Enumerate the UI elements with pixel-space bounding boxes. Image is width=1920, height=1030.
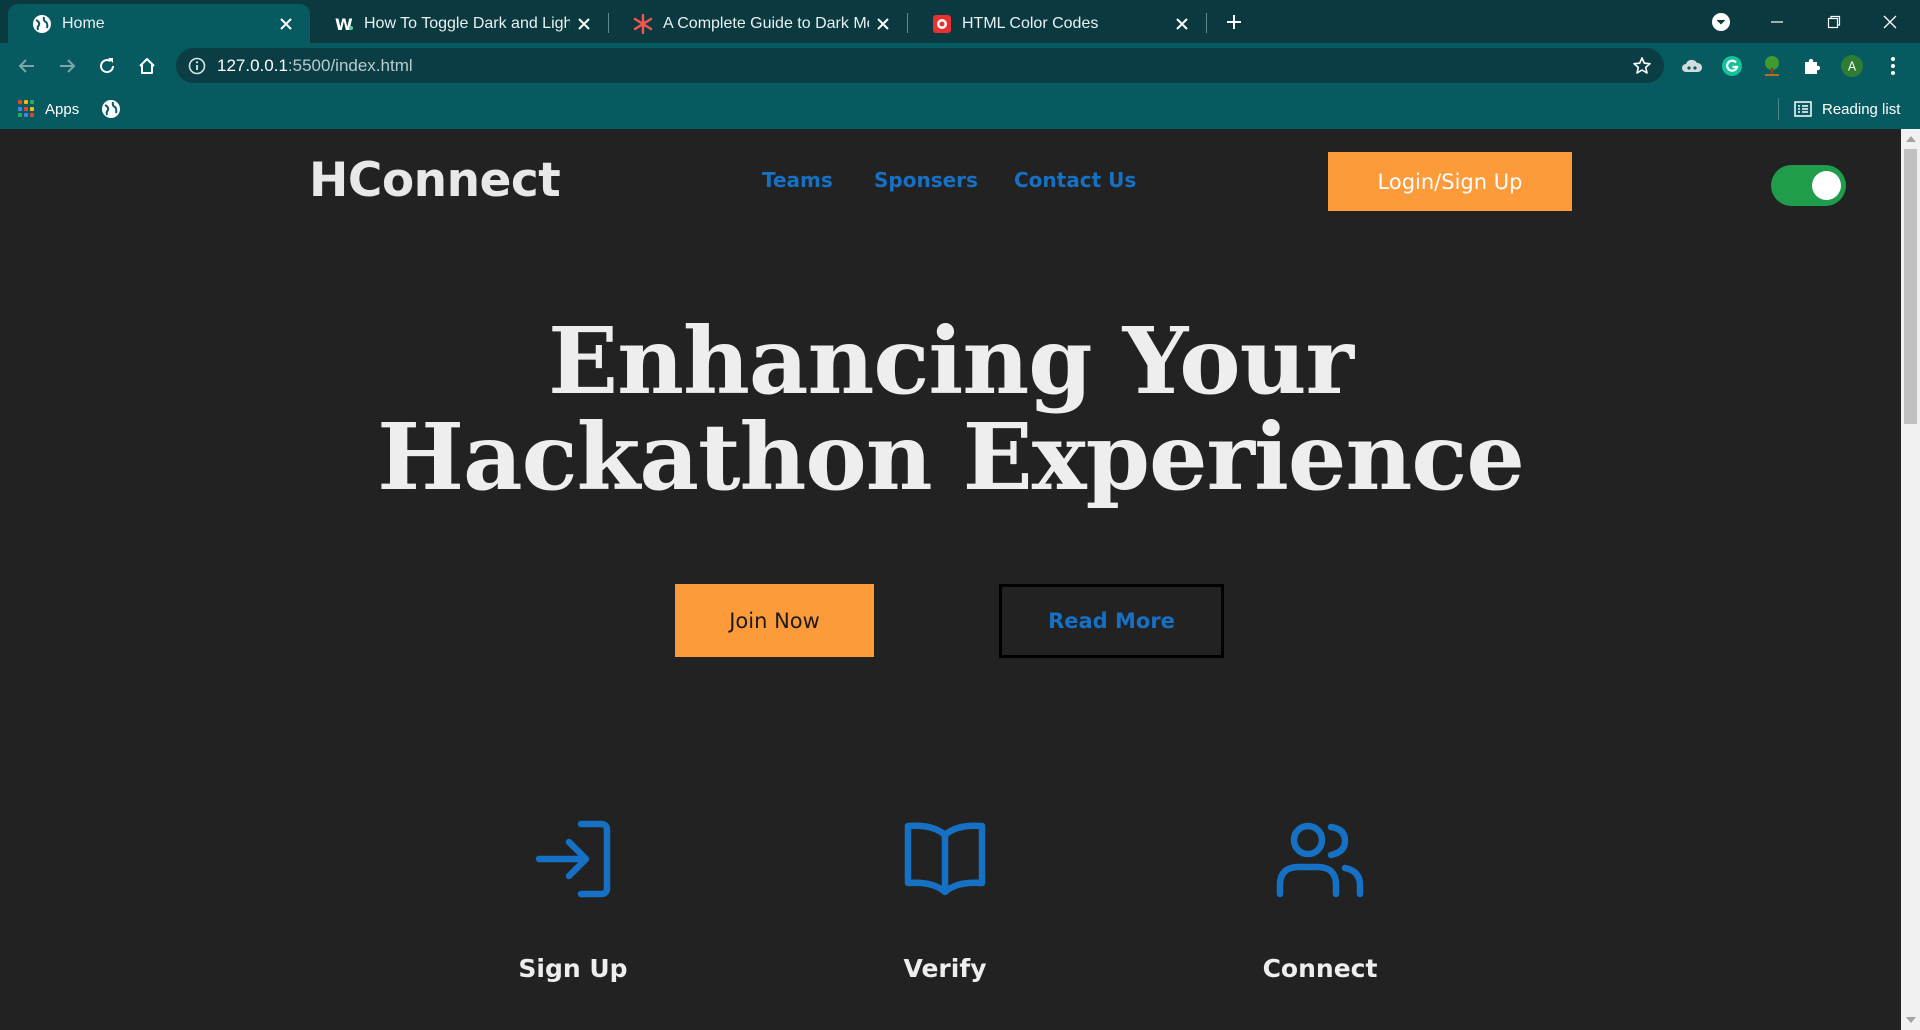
feature-connect: Connect — [1170, 819, 1470, 983]
tab-dark-mode-guide[interactable]: A Complete Guide to Dark Mode — [609, 4, 907, 43]
grammarly-button[interactable] — [1715, 49, 1749, 83]
back-button[interactable] — [10, 49, 44, 83]
nav-link-sponsers[interactable]: Sponsers — [874, 168, 978, 192]
bookmark-star-icon[interactable] — [1630, 54, 1654, 78]
plus-icon — [1227, 15, 1241, 29]
w-letter-icon: W — [334, 14, 354, 34]
tab-title: How To Toggle Dark and Light Mo — [364, 14, 570, 32]
reload-icon — [100, 58, 115, 74]
minimize-button[interactable] — [1749, 0, 1805, 43]
close-window-button[interactable] — [1862, 0, 1918, 43]
kebab-menu-icon — [1891, 57, 1895, 75]
tab-search-button[interactable] — [1693, 0, 1749, 43]
hero-title: Enhancing Your Hackathon Experience — [0, 313, 1901, 505]
address-bar[interactable]: 127.0.0.1:5500/index.html — [176, 48, 1664, 83]
profile-button[interactable]: A — [1835, 49, 1869, 83]
tab-separator — [1206, 13, 1207, 33]
home-icon — [139, 58, 155, 74]
url-host: 127.0.0.1 — [217, 56, 288, 75]
site-logo[interactable]: HConnect — [309, 153, 561, 208]
nav-link-teams[interactable]: Teams — [762, 168, 833, 192]
restore-icon — [1827, 15, 1841, 28]
reading-list-label: Reading list — [1822, 100, 1901, 118]
home-button[interactable] — [130, 49, 164, 83]
apps-grid-icon — [18, 100, 36, 118]
hero-title-line-1: Enhancing Your — [547, 307, 1354, 415]
feature-label: Verify — [903, 954, 987, 983]
svg-text:W: W — [335, 15, 353, 34]
close-tab-icon[interactable] — [570, 10, 598, 38]
svg-text:A: A — [1848, 60, 1857, 74]
book-icon — [904, 822, 986, 896]
tab-title: Home — [62, 14, 105, 32]
puzzle-icon — [1805, 58, 1821, 74]
scrollbar-thumb[interactable] — [1904, 149, 1917, 424]
tab-html-color-codes[interactable]: HTML Color Codes — [908, 4, 1206, 43]
url-text: 127.0.0.1:5500/index.html — [217, 56, 413, 76]
reading-list-button[interactable]: Reading list — [1794, 96, 1900, 122]
close-icon — [1883, 15, 1897, 28]
info-icon[interactable] — [186, 55, 208, 77]
bookmark-separator — [1778, 98, 1779, 120]
browser-menu-button[interactable] — [1876, 49, 1910, 83]
hero-title-line-2: Hackathon Experience — [377, 403, 1525, 511]
close-tab-icon[interactable] — [869, 10, 897, 38]
restore-button[interactable] — [1806, 0, 1862, 43]
chevron-down-circle-icon — [1712, 12, 1730, 31]
tab-title: HTML Color Codes — [962, 14, 1099, 32]
join-now-button[interactable]: Join Now — [675, 584, 874, 657]
scroll-up-arrow-icon[interactable] — [1906, 136, 1916, 142]
tree-icon — [1765, 56, 1779, 76]
grammarly-icon — [1722, 56, 1742, 76]
bookmark-apps[interactable]: Apps — [18, 96, 79, 122]
minimize-icon — [1771, 20, 1783, 23]
scroll-down-arrow-icon[interactable] — [1906, 1017, 1916, 1023]
login-signup-button[interactable]: Login/Sign Up — [1328, 152, 1572, 211]
feature-label: Sign Up — [518, 954, 628, 983]
asterisk-icon — [633, 13, 653, 34]
nav-link-contact-us[interactable]: Contact Us — [1014, 168, 1136, 192]
color-codes-icon — [932, 14, 952, 34]
cloud-extension-icon — [1682, 59, 1703, 72]
feature-label: Connect — [1262, 954, 1378, 983]
toggle-knob — [1812, 171, 1841, 200]
avatar: A — [1841, 55, 1863, 77]
close-tab-icon[interactable] — [1168, 10, 1196, 38]
tab-title: A Complete Guide to Dark Mode — [663, 14, 869, 32]
close-tab-icon[interactable] — [272, 10, 300, 38]
arrow-right-icon — [60, 59, 76, 73]
globe-icon[interactable] — [100, 98, 122, 120]
forward-button[interactable] — [50, 49, 84, 83]
tree-extension-button[interactable] — [1755, 49, 1789, 83]
reading-list-icon — [1794, 101, 1812, 117]
bookmarks-bar: Apps Reading list — [0, 88, 1920, 129]
browser-tab-strip: Home W How To Toggle Dark and Light Mo A… — [0, 0, 1920, 43]
url-path: :5500/index.html — [287, 56, 413, 75]
extension-cloud-button[interactable] — [1675, 49, 1709, 83]
page-scrollbar[interactable] — [1901, 129, 1920, 1030]
page-viewport: HConnect Teams Sponsers Contact Us Login… — [0, 129, 1901, 1030]
feature-verify: Verify — [795, 819, 1095, 983]
feature-sign-up: Sign Up — [423, 819, 723, 983]
bookmark-apps-label: Apps — [45, 100, 80, 118]
reload-button[interactable] — [90, 49, 124, 83]
sign-in-icon — [535, 820, 611, 898]
globe-icon — [32, 14, 52, 34]
read-more-button[interactable]: Read More — [999, 584, 1224, 658]
users-icon — [1276, 822, 1364, 898]
tab-toggle-dark-light[interactable]: W How To Toggle Dark and Light Mo — [310, 4, 608, 43]
arrow-left-icon — [18, 59, 34, 73]
tab-home[interactable]: Home — [8, 4, 310, 43]
extensions-button[interactable] — [1795, 49, 1829, 83]
new-tab-button[interactable] — [1220, 8, 1248, 36]
theme-toggle[interactable] — [1771, 165, 1846, 206]
browser-toolbar: 127.0.0.1:5500/index.html A — [0, 43, 1920, 88]
